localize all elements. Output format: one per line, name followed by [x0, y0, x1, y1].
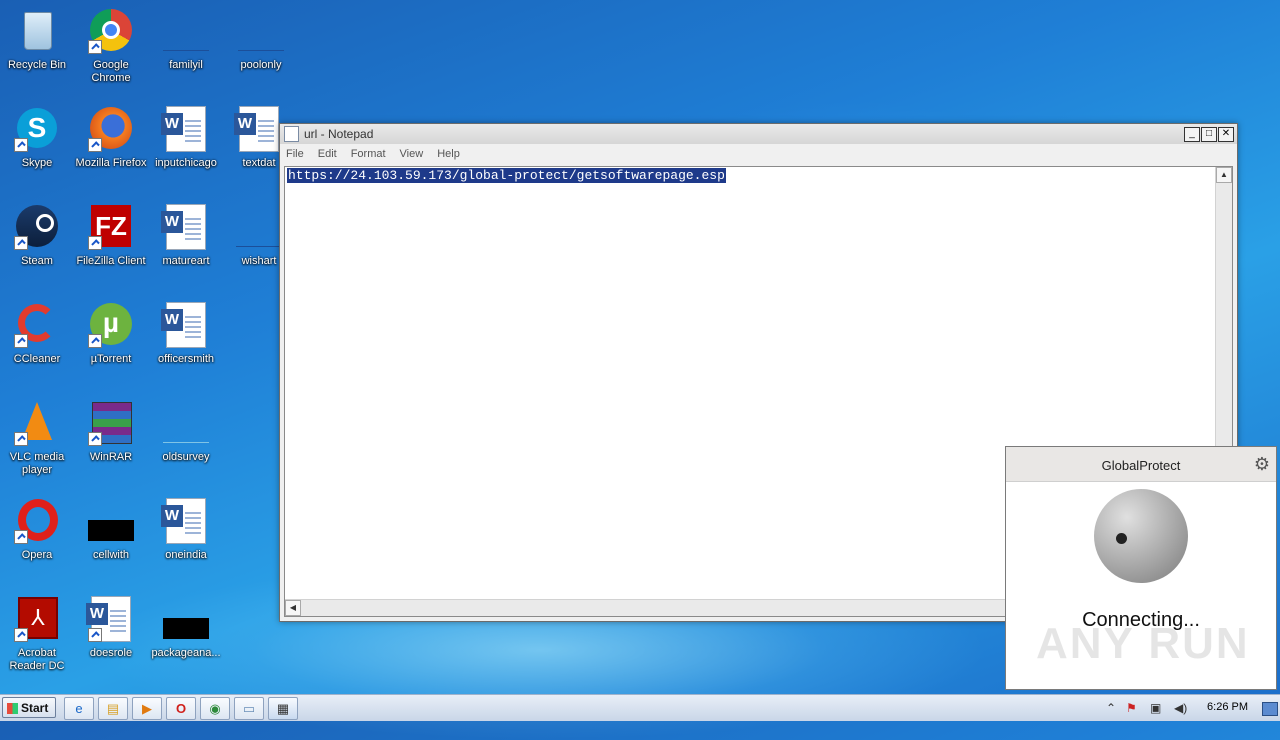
connection-status: Connecting... [1082, 609, 1200, 631]
show-desktop-button[interactable] [1262, 702, 1278, 716]
chrome-taskbar-icon[interactable]: ◉ [200, 697, 230, 720]
file-icon [88, 498, 134, 544]
menu-view[interactable]: View [400, 148, 424, 160]
menu-format[interactable]: Format [351, 148, 386, 160]
notepad-title: url - Notepad [304, 127, 374, 141]
desktop-icon-winrar[interactable]: WinRAR [74, 400, 148, 464]
start-button[interactable]: Start [2, 697, 56, 718]
globalprotect-panel[interactable]: GlobalProtect ⚙ ANY RUN Connecting... [1005, 446, 1277, 690]
explorer-taskbar-icon[interactable]: ▤ [98, 697, 128, 720]
desktop-icon-utorrent[interactable]: µ µTorrent [74, 302, 148, 366]
desktop-icon-opera[interactable]: Opera [0, 498, 74, 562]
chrome-icon [88, 8, 134, 54]
location-dot [1116, 533, 1127, 544]
globalprotect-title: GlobalProtect [1101, 458, 1181, 473]
close-button[interactable]: ✕ [1218, 127, 1234, 142]
utorrent-icon: µ [88, 302, 134, 348]
vlc-icon [14, 400, 60, 446]
selected-url-text[interactable]: https://24.103.59.173/global-protect/get… [287, 168, 726, 183]
notepad-taskbar-icon[interactable]: ▭ [234, 697, 264, 720]
volume-icon[interactable]: ◀) [1174, 701, 1187, 715]
desktop-icon-vlc[interactable]: VLC media player [0, 400, 74, 477]
maximize-button[interactable]: □ [1201, 127, 1217, 142]
notepad-titlebar[interactable]: url - Notepad _ □ ✕ [280, 124, 1237, 144]
system-tray: ⌃ ⚑ ▣ ◀) 6:26 PM [1100, 695, 1280, 721]
action-center-icon[interactable]: ⚑ [1126, 701, 1137, 715]
recycle-bin-icon [14, 8, 60, 54]
desktop-icon-ccleaner[interactable]: CCleaner [0, 302, 74, 366]
scroll-left-icon[interactable]: ◀ [285, 600, 301, 616]
show-hidden-icons-icon[interactable]: ⌃ [1106, 701, 1116, 715]
minimize-button[interactable]: _ [1184, 127, 1200, 142]
desktop-icon-doesrole[interactable]: doesrole [74, 596, 148, 660]
desktop-icon-steam[interactable]: Steam [0, 204, 74, 268]
desktop-icon-skype[interactable]: S Skype [0, 106, 74, 170]
ie-taskbar-icon[interactable]: e [64, 697, 94, 720]
desktop-icon-oldsurvey[interactable]: oldsurvey [149, 400, 223, 464]
menu-help[interactable]: Help [437, 148, 460, 160]
desktop-icon-cellwith[interactable]: cellwith [74, 498, 148, 562]
opera-taskbar-icon[interactable]: O [166, 697, 196, 720]
ccleaner-icon [14, 302, 60, 348]
desktop-icon-packageana[interactable]: packageana... [149, 596, 223, 660]
desktop-icon-filezilla[interactable]: FZ FileZilla Client [74, 204, 148, 268]
globalprotect-header: GlobalProtect ⚙ [1006, 447, 1276, 482]
desktop-icon-officersmith[interactable]: officersmith [149, 302, 223, 366]
file-icon [236, 204, 282, 250]
skype-icon: S [14, 106, 60, 152]
word-doc-icon [86, 596, 134, 642]
desktop-icon-firefox[interactable]: Mozilla Firefox [74, 106, 148, 170]
menu-bar: File Edit Format View Help [280, 144, 1237, 164]
menu-file[interactable]: File [286, 148, 304, 160]
clock[interactable]: 6:26 PM [1207, 701, 1248, 713]
word-doc-icon [161, 302, 209, 348]
desktop-icon-poolonly[interactable]: poolonly [224, 8, 298, 72]
media-player-taskbar-icon[interactable]: ▶ [132, 697, 162, 720]
desktop-icon-chrome[interactable]: Google Chrome [74, 8, 148, 85]
steam-icon [14, 204, 60, 250]
acrobat-icon: ⅄ [14, 596, 60, 642]
notepad-icon [284, 126, 299, 142]
desktop-icon-oneindia[interactable]: oneindia [149, 498, 223, 562]
word-doc-icon [234, 106, 282, 152]
word-doc-icon [161, 204, 209, 250]
scroll-up-icon[interactable]: ▲ [1216, 167, 1232, 183]
file-icon [163, 596, 209, 642]
file-icon [238, 8, 284, 54]
taskbar: Start e ▤ ▶ O ◉ ▭ ▦ ⌃ ⚑ ▣ ◀) 6:26 PM [0, 694, 1280, 721]
opera-icon [14, 498, 60, 544]
word-doc-icon [161, 498, 209, 544]
word-doc-icon [161, 106, 209, 152]
desktop-icon-matureart[interactable]: matureart [149, 204, 223, 268]
globalprotect-taskbar-icon[interactable]: ▦ [268, 697, 298, 720]
winrar-icon [88, 400, 134, 446]
network-icon[interactable]: ▣ [1150, 701, 1161, 715]
desktop-icon-recycle-bin[interactable]: Recycle Bin [0, 8, 74, 72]
globe-icon [1094, 489, 1188, 583]
menu-edit[interactable]: Edit [318, 148, 337, 160]
file-icon [163, 8, 209, 54]
filezilla-icon: FZ [88, 204, 134, 250]
firefox-icon [88, 106, 134, 152]
desktop-icon-familyil[interactable]: familyil [149, 8, 223, 72]
desktop-icon-inputchicago[interactable]: inputchicago [149, 106, 223, 170]
desktop-icon-acrobat[interactable]: ⅄ Acrobat Reader DC [0, 596, 74, 673]
gear-icon[interactable]: ⚙ [1254, 454, 1270, 475]
file-icon [163, 400, 209, 446]
